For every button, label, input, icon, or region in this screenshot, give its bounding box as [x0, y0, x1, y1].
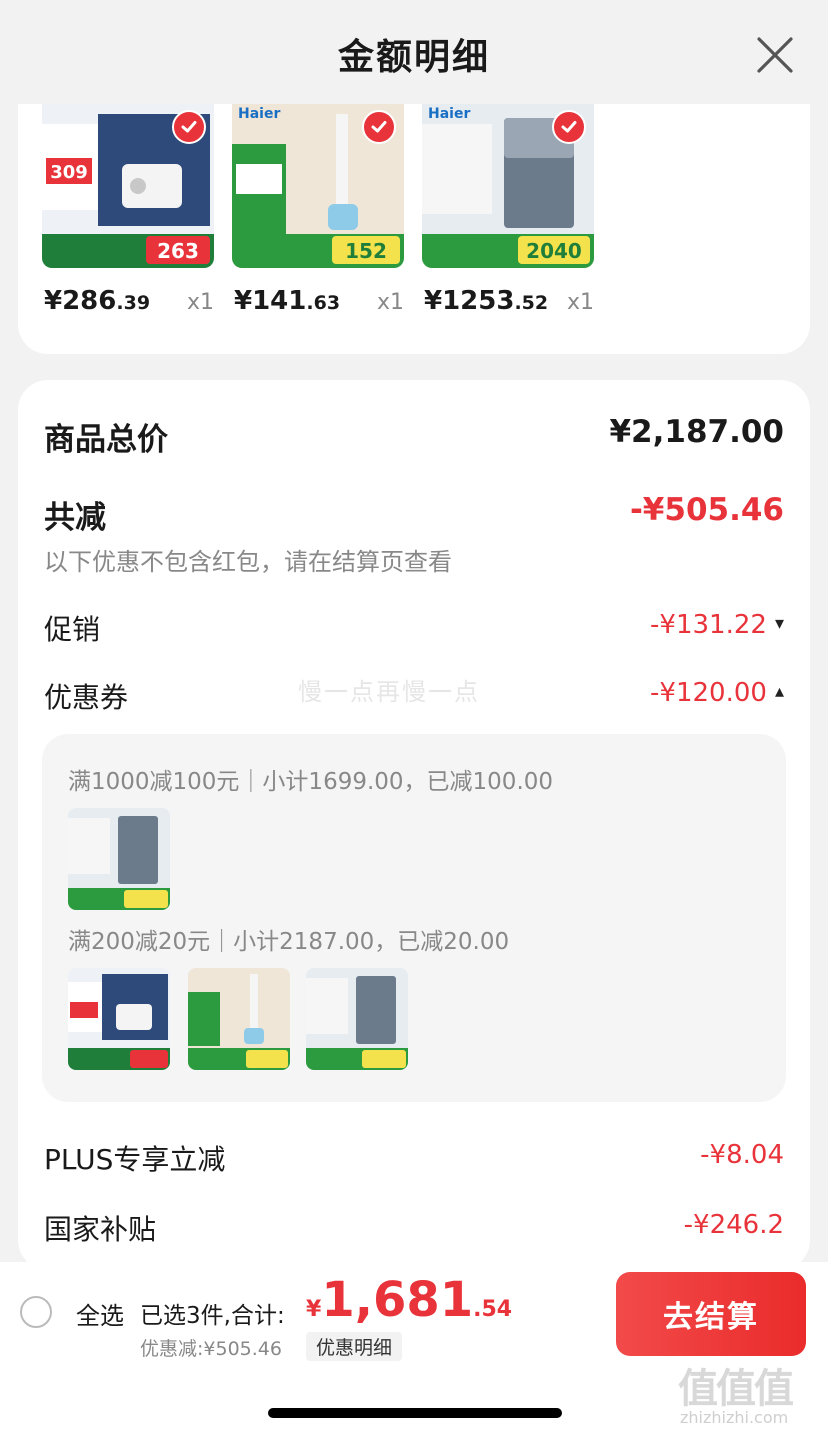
product-qty: x1	[376, 290, 404, 315]
watermark-text: 慢一点再慢一点	[298, 678, 480, 706]
coupon-label[interactable]: 优惠券	[44, 676, 128, 716]
plus-label: PLUS专享立减	[44, 1143, 226, 1176]
sheet-header: 金额明细	[0, 0, 828, 108]
chevron-up-icon[interactable]: ▴	[775, 681, 784, 702]
product-qty: x1	[566, 290, 594, 315]
chevron-down-icon[interactable]: ▾	[775, 613, 784, 634]
home-indicator[interactable]	[268, 1408, 562, 1418]
select-all-label[interactable]: 全选	[76, 1296, 124, 1331]
promo-row-toggle[interactable]: -¥131.22 ▾	[650, 610, 784, 640]
checkout-bar: 全选 已选3件,合计: ¥1,681.54 优惠减:¥505.46 优惠明细 去…	[0, 1262, 828, 1362]
coupon-line: 满200减20元｜小计2187.00，已减20.00	[68, 929, 510, 955]
product-badge-text: 2040	[526, 239, 582, 263]
close-icon[interactable]	[752, 32, 798, 78]
checked-icon[interactable]	[172, 110, 206, 144]
reduce-label: 共减	[44, 500, 106, 536]
checked-icon[interactable]	[552, 110, 586, 144]
page-title: 金额明细	[337, 37, 490, 78]
product-brand-text: Haier	[428, 106, 470, 122]
site-watermark-url: zhizhizhi.com	[680, 1408, 789, 1427]
product-image[interactable]: 309 263	[42, 104, 214, 268]
price-detail-card: 商品总价 ¥2,187.00 共减 -¥505.46 以下优惠不包含红包，请在结…	[18, 380, 810, 1270]
product-badge-text: 263	[157, 239, 199, 263]
promo-value: -¥131.22	[650, 610, 767, 640]
coupon-detail-box: 满1000减100元｜小计1699.00，已减100.00 满200减20元｜小…	[42, 734, 786, 1102]
total-label: 商品总价	[44, 422, 168, 458]
product-image[interactable]: Haier 2040	[422, 104, 594, 268]
product-badge-text: 152	[345, 239, 387, 263]
checkout-button[interactable]: 去结算	[616, 1272, 806, 1356]
total-amount: ¥1,681.54	[306, 1272, 513, 1328]
product-price: ¥141.63	[234, 286, 341, 316]
coupon-product-thumb[interactable]	[188, 968, 290, 1070]
coupon-row-toggle[interactable]: -¥120.00 ▴	[650, 678, 784, 708]
coupon-value: -¥120.00	[650, 678, 767, 708]
coupon-product-thumb[interactable]	[306, 968, 408, 1070]
select-all-radio[interactable]	[20, 1296, 52, 1328]
discount-detail-link[interactable]: 优惠明细	[306, 1332, 403, 1361]
reduce-value: -¥505.46	[629, 492, 784, 528]
promo-label[interactable]: 促销	[44, 608, 100, 648]
total-value: ¥2,187.00	[609, 414, 784, 450]
product-price: ¥1253.52	[424, 286, 549, 316]
subsidy-value: -¥246.2	[683, 1210, 784, 1240]
product-image[interactable]: Haier 152	[232, 104, 404, 268]
svg-text:309: 309	[50, 162, 88, 183]
product-price: ¥286.39	[44, 286, 151, 316]
products-card: 309 263 ¥286.39 x1 Haier 152 ¥141.63 x1 …	[18, 104, 810, 354]
site-watermark-logo: 值值值	[678, 1366, 794, 1412]
discount-note: 以下优惠不包含红包，请在结算页查看	[44, 548, 452, 576]
product-brand-text: Haier	[238, 106, 280, 122]
product-qty: x1	[186, 290, 214, 315]
selected-summary: 已选3件,合计:	[140, 1303, 285, 1329]
coupon-line: 满1000减100元｜小计1699.00，已减100.00	[68, 769, 554, 795]
coupon-product-thumb[interactable]	[68, 968, 170, 1070]
subsidy-label: 国家补贴	[44, 1213, 157, 1246]
discount-summary: 优惠减:¥505.46	[140, 1338, 282, 1360]
coupon-product-thumb[interactable]	[68, 808, 170, 910]
plus-value: -¥8.04	[700, 1140, 784, 1170]
checked-icon[interactable]	[362, 110, 396, 144]
